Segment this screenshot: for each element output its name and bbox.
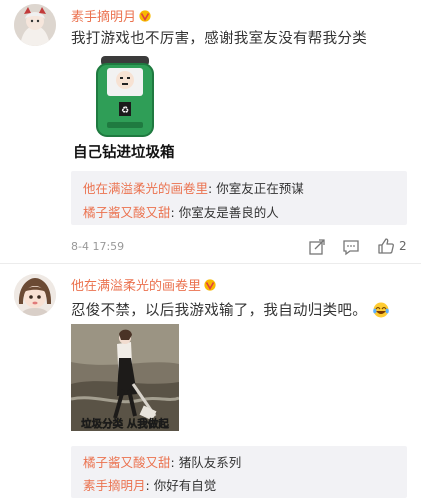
comment-text: 忍俊不禁，以后我游戏输了，我自动归类吧。 bbox=[71, 299, 390, 320]
reply-item[interactable]: 橘子酱又酸又甜: 猪队友系列 bbox=[83, 452, 241, 471]
reply-text: 猪队友系列 bbox=[178, 455, 242, 470]
reply-username[interactable]: 橘子酱又酸又甜 bbox=[83, 205, 171, 220]
svg-text:♻: ♻ bbox=[121, 106, 129, 116]
share-icon[interactable] bbox=[308, 238, 326, 256]
sticker-image[interactable]: ♻ 自己钻进垃圾箱 bbox=[71, 52, 181, 164]
username-text[interactable]: 他在满溢柔光的画卷里 bbox=[71, 279, 201, 294]
reply-text: 你好有自觉 bbox=[153, 478, 217, 493]
username-text[interactable]: 素手摘明月 bbox=[71, 10, 136, 25]
reply-username[interactable]: 橘子酱又酸又甜 bbox=[83, 455, 171, 470]
reply-list: 橘子酱又酸又甜: 猪队友系列 素手摘明月: 你好有自觉 bbox=[71, 446, 407, 498]
reply-text: 你室友是善良的人 bbox=[178, 205, 279, 220]
comment-2: 他在满溢柔光的画卷里 忍俊不禁，以后我游戏输了，我自动归类吧。 垃圾分类 从我做… bbox=[0, 268, 421, 501]
vip-badge-icon bbox=[139, 10, 151, 22]
reply-item[interactable]: 素手摘明月: 你好有自觉 bbox=[83, 475, 216, 494]
comment-username[interactable]: 他在满溢柔光的画卷里 bbox=[71, 275, 217, 294]
like-icon[interactable] bbox=[377, 237, 395, 255]
comment-1: 素手摘明月 我打游戏也不厉害，感谢我室友没有帮我分类 ♻ 自己钻进垃圾箱 他在满… bbox=[0, 0, 421, 262]
vip-badge-icon bbox=[204, 279, 216, 291]
reply-username[interactable]: 他在满溢柔光的画卷里 bbox=[83, 181, 208, 196]
reply-item[interactable]: 橘子酱又酸又甜: 你室友是善良的人 bbox=[83, 202, 279, 221]
sticker-caption: 自己钻进垃圾箱 bbox=[73, 145, 175, 161]
image-caption: 垃圾分类 从我做起 bbox=[81, 417, 169, 430]
like-count: 2 bbox=[399, 239, 407, 253]
reply-item[interactable]: 他在满溢柔光的画卷里: 你室友正在预谋 bbox=[83, 178, 304, 197]
comment-text: 我打游戏也不厉害，感谢我室友没有帮我分类 bbox=[71, 31, 367, 47]
avatar[interactable] bbox=[14, 274, 56, 316]
comment-time: 8-4 17:59 bbox=[71, 240, 125, 253]
comment-username[interactable]: 素手摘明月 bbox=[71, 6, 152, 25]
laugh-emoji-icon bbox=[373, 302, 389, 318]
comment-text-body: 忍俊不禁，以后我游戏输了，我自动归类吧。 bbox=[71, 303, 367, 319]
comment-icon[interactable] bbox=[342, 238, 360, 256]
reply-username[interactable]: 素手摘明月 bbox=[83, 478, 146, 493]
reply-list: 他在满溢柔光的画卷里: 你室友正在预谋 橘子酱又酸又甜: 你室友是善良的人 bbox=[71, 171, 407, 225]
avatar[interactable] bbox=[14, 4, 56, 46]
divider bbox=[0, 263, 421, 264]
reply-text: 你室友正在预谋 bbox=[216, 181, 304, 196]
attached-image[interactable]: 垃圾分类 从我做起 bbox=[70, 324, 180, 431]
